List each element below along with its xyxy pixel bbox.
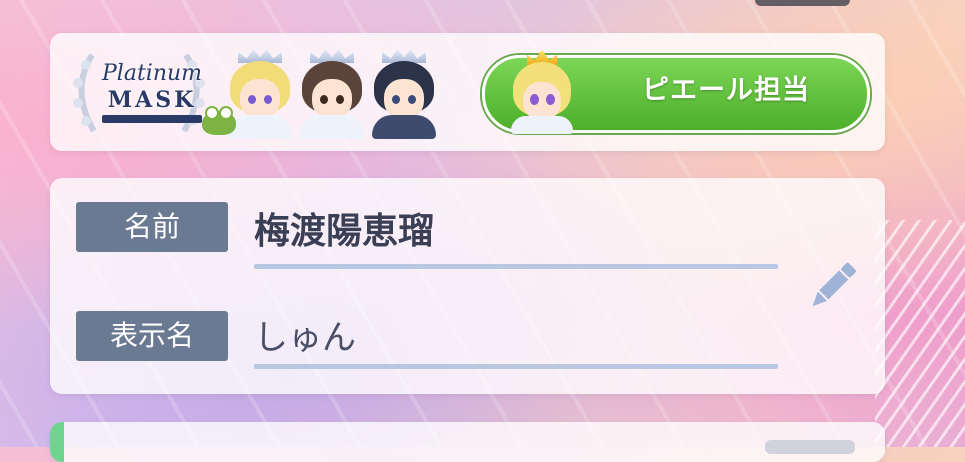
- next-panel-tab: [765, 440, 855, 454]
- profile-panel: 名前 梅渡陽恵瑠 表示名 しゅん: [50, 178, 885, 394]
- unit-logo-ribbon: [102, 115, 202, 123]
- unit-banner[interactable]: Platinum MASK: [64, 45, 454, 140]
- unit-logo-line2: MASK: [107, 87, 197, 113]
- display-name-underline: [254, 364, 778, 369]
- display-name-label: 表示名: [76, 311, 228, 361]
- oshi-badge-button[interactable]: ピエール担当: [482, 50, 870, 134]
- background-stripes: [875, 220, 965, 447]
- unit-logo-line1: Platinum: [102, 61, 203, 86]
- top-tab-edge: [755, 0, 850, 6]
- edit-pencil-icon[interactable]: [802, 256, 862, 316]
- pierre-avatar-icon: [505, 50, 577, 134]
- display-name-value: しゅん: [254, 318, 356, 358]
- frog-icon: [202, 106, 236, 135]
- unit-panel: Platinum MASK ピエール担当: [50, 33, 885, 151]
- character-portrait-brunette: [296, 49, 368, 139]
- name-label: 名前: [76, 202, 228, 252]
- name-underline: [254, 264, 778, 269]
- oshi-badge-label: ピエール担当: [642, 75, 810, 106]
- next-panel-accent: [50, 422, 64, 462]
- name-value: 梅渡陽恵瑠: [254, 211, 435, 252]
- next-panel: [50, 422, 885, 462]
- character-portrait-darkhair: [368, 49, 440, 139]
